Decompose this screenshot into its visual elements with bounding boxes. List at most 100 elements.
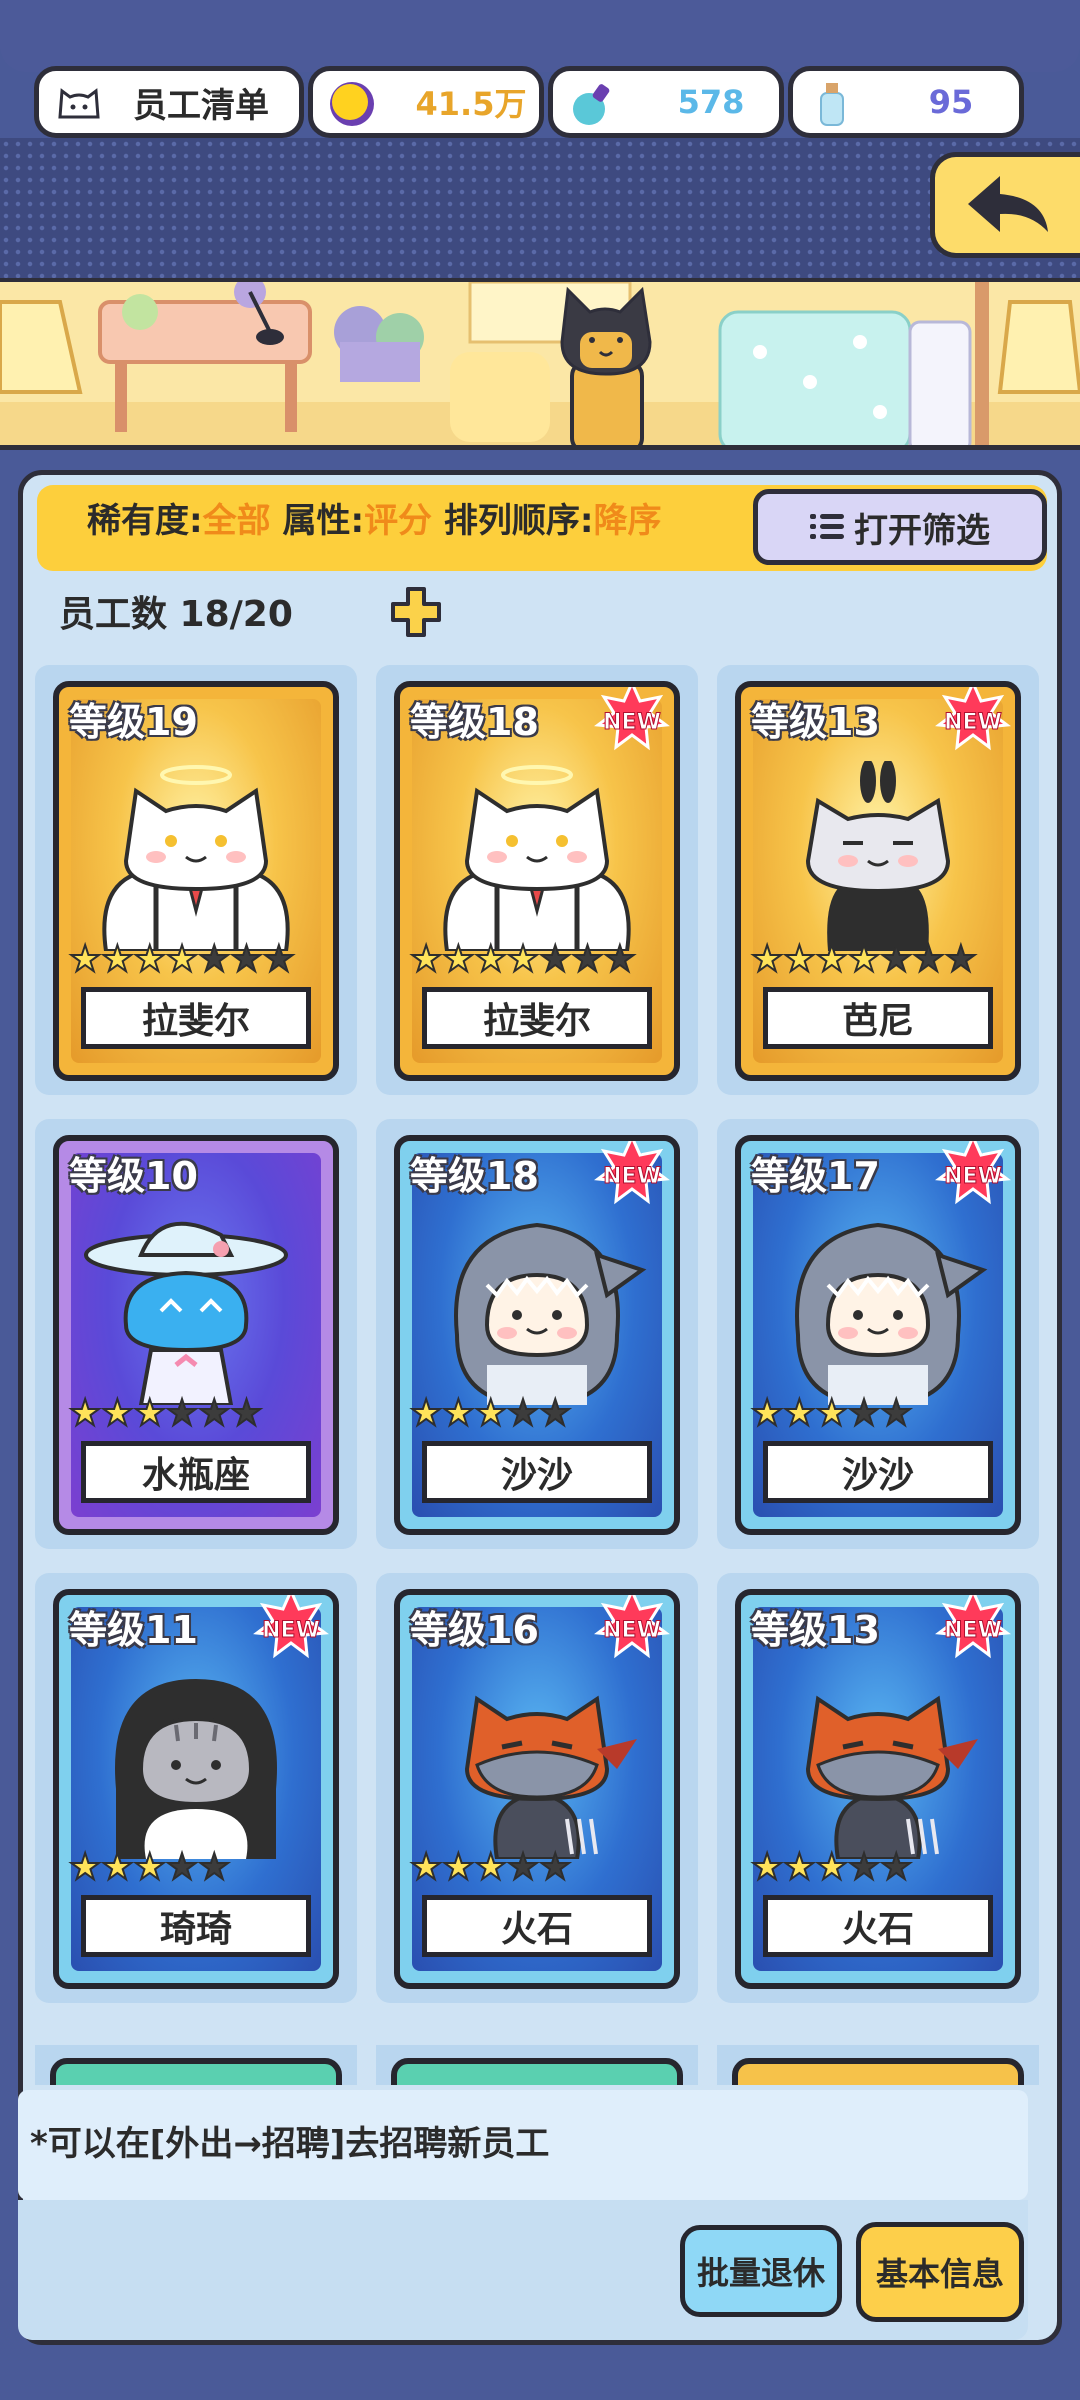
new-badge-text: NEW xyxy=(603,1164,661,1189)
staff-card[interactable]: 等级13 NEW ★ ★ ★ ★ ★ ★ ★ 芭尼 xyxy=(735,681,1021,1081)
star-empty-icon: ★ xyxy=(165,1847,199,1888)
potion-value: 578 xyxy=(677,83,745,121)
staff-count: 员工数 18/20 xyxy=(59,594,293,635)
new-badge-text: NEW xyxy=(944,1164,1002,1189)
star-filled-icon: ★ xyxy=(474,1393,508,1434)
staff-card[interactable]: 等级18 NEW ★ ★ ★ ★ ★ ★ ★ 拉斐尔 xyxy=(394,681,680,1081)
star-empty-icon: ★ xyxy=(165,1393,199,1434)
new-badge-text: NEW xyxy=(944,710,1002,735)
filter-summary[interactable]: 稀有度:全部 属性:评分 排列顺序:降序 xyxy=(87,493,662,542)
star-rating: ★ ★ ★ ★ ★ ★ ★ xyxy=(409,939,637,980)
recruit-hint: *可以在[外出→招聘]去招聘新员工 xyxy=(30,2124,550,2164)
card-name: 拉斐尔 xyxy=(422,987,652,1049)
open-filter-button[interactable]: 打开筛选 xyxy=(753,489,1047,565)
order-value: 降序 xyxy=(593,501,662,541)
rarity-label: 稀有度: xyxy=(87,501,203,541)
card-name: 拉斐尔 xyxy=(81,987,311,1049)
staff-card-slot: 等级19 ★ ★ ★ ★ ★ ★ ★ 拉斐尔 xyxy=(35,665,357,1095)
new-badge: NEW xyxy=(586,1141,674,1219)
bottle-counter: 95 xyxy=(788,66,1024,138)
star-filled-icon: ★ xyxy=(750,939,784,980)
star-empty-icon: ★ xyxy=(847,1847,881,1888)
star-filled-icon: ★ xyxy=(409,939,443,980)
star-filled-icon: ★ xyxy=(750,1847,784,1888)
star-filled-icon: ★ xyxy=(68,1393,102,1434)
new-badge-text: NEW xyxy=(603,710,661,735)
card-level: 等级19 xyxy=(69,700,198,744)
star-empty-icon: ★ xyxy=(879,1393,913,1434)
star-filled-icon: ★ xyxy=(68,1847,102,1888)
batch-retire-button[interactable]: 批量退休 xyxy=(680,2225,842,2317)
star-filled-icon: ★ xyxy=(782,1393,816,1434)
star-filled-icon: ★ xyxy=(474,1847,508,1888)
star-rating: ★ ★ ★ ★ ★ xyxy=(409,1393,572,1434)
new-badge-text: NEW xyxy=(262,1618,320,1643)
staff-card[interactable]: 等级10 ★ ★ ★ ★ ★ ★ 水瓶座 xyxy=(53,1135,339,1535)
cat-character-shark xyxy=(427,1215,647,1409)
list-icon xyxy=(810,512,844,542)
rarity-value: 全部 xyxy=(202,501,271,541)
coin-icon xyxy=(330,82,374,126)
card-name: 芭尼 xyxy=(763,987,993,1049)
new-badge: NEW xyxy=(927,1141,1015,1219)
star-filled-icon: ★ xyxy=(409,1847,443,1888)
card-level: 等级16 xyxy=(410,1608,539,1652)
card-level: 等级11 xyxy=(69,1608,198,1652)
new-badge: NEW xyxy=(245,1595,333,1673)
staff-card[interactable]: 等级18 NEW ★ ★ ★ ★ ★ 沙沙 xyxy=(394,1135,680,1535)
staff-card-slot: 等级18 NEW ★ ★ ★ ★ ★ ★ ★ 拉斐尔 xyxy=(376,665,698,1095)
attribute-value: 评分 xyxy=(364,501,433,541)
basic-info-button[interactable]: 基本信息 xyxy=(856,2222,1024,2322)
star-empty-icon: ★ xyxy=(197,1847,231,1888)
star-filled-icon: ★ xyxy=(815,1847,849,1888)
basic-info-label: 基本信息 xyxy=(875,2255,1004,2293)
new-badge-text: NEW xyxy=(944,1618,1002,1643)
star-empty-icon: ★ xyxy=(538,939,572,980)
star-filled-icon: ★ xyxy=(782,939,816,980)
star-empty-icon: ★ xyxy=(570,939,604,980)
star-empty-icon: ★ xyxy=(506,1393,540,1434)
star-rating: ★ ★ ★ ★ ★ xyxy=(409,1847,572,1888)
star-filled-icon: ★ xyxy=(847,939,881,980)
add-staff-icon[interactable] xyxy=(389,585,443,639)
staff-card[interactable]: 等级16 NEW ★ ★ ★ ★ ★ 火石 xyxy=(394,1589,680,1989)
star-filled-icon: ★ xyxy=(441,939,475,980)
staff-card[interactable]: 等级11 NEW ★ ★ ★ ★ ★ 琦琦 xyxy=(53,1589,339,1989)
star-empty-icon: ★ xyxy=(197,1393,231,1434)
staff-card-slot: 等级17 NEW ★ ★ ★ ★ ★ 沙沙 xyxy=(717,1119,1039,1549)
star-filled-icon: ★ xyxy=(100,1393,134,1434)
top-bar xyxy=(0,0,1080,72)
cat-character-ninja-orange xyxy=(768,1669,988,1863)
staff-card-slot: 等级18 NEW ★ ★ ★ ★ ★ 沙沙 xyxy=(376,1119,698,1549)
star-empty-icon: ★ xyxy=(603,939,637,980)
star-filled-icon: ★ xyxy=(441,1847,475,1888)
staff-panel: 稀有度:全部 属性:评分 排列顺序:降序 打开筛选 员工数 18/20 等级19… xyxy=(18,470,1062,2345)
star-empty-icon: ★ xyxy=(911,939,945,980)
star-rating: ★ ★ ★ ★ ★ ★ ★ xyxy=(750,939,978,980)
card-level: 等级18 xyxy=(410,700,539,744)
cat-character-angel-white xyxy=(86,761,306,955)
cat-character-angel-white xyxy=(427,761,647,955)
star-filled-icon: ★ xyxy=(750,1393,784,1434)
card-level: 等级18 xyxy=(410,1154,539,1198)
batch-retire-label: 批量退休 xyxy=(696,2254,825,2292)
staff-card[interactable]: 等级13 NEW ★ ★ ★ ★ ★ 火石 xyxy=(735,1589,1021,1989)
next-row-peek xyxy=(35,2045,1039,2085)
star-filled-icon: ★ xyxy=(165,939,199,980)
bottle-icon xyxy=(820,83,844,126)
star-filled-icon: ★ xyxy=(782,1847,816,1888)
bottle-value: 95 xyxy=(928,83,974,121)
coin-value: 41.5万 xyxy=(415,85,527,123)
staff-list-tab[interactable]: 员工清单 xyxy=(34,66,304,138)
staff-card[interactable]: 等级17 NEW ★ ★ ★ ★ ★ 沙沙 xyxy=(735,1135,1021,1535)
star-filled-icon: ★ xyxy=(100,939,134,980)
cat-character-penguin-tabby xyxy=(86,1669,306,1863)
cat-character-bunny-grey xyxy=(768,759,988,955)
star-empty-icon: ★ xyxy=(197,939,231,980)
back-button[interactable] xyxy=(930,152,1080,258)
staff-card-slot: 等级16 NEW ★ ★ ★ ★ ★ 火石 xyxy=(376,1573,698,2003)
staff-card[interactable]: 等级19 ★ ★ ★ ★ ★ ★ ★ 拉斐尔 xyxy=(53,681,339,1081)
new-badge-text: NEW xyxy=(603,1618,661,1643)
potion-counter: 578 xyxy=(548,66,784,138)
star-empty-icon: ★ xyxy=(229,1393,263,1434)
